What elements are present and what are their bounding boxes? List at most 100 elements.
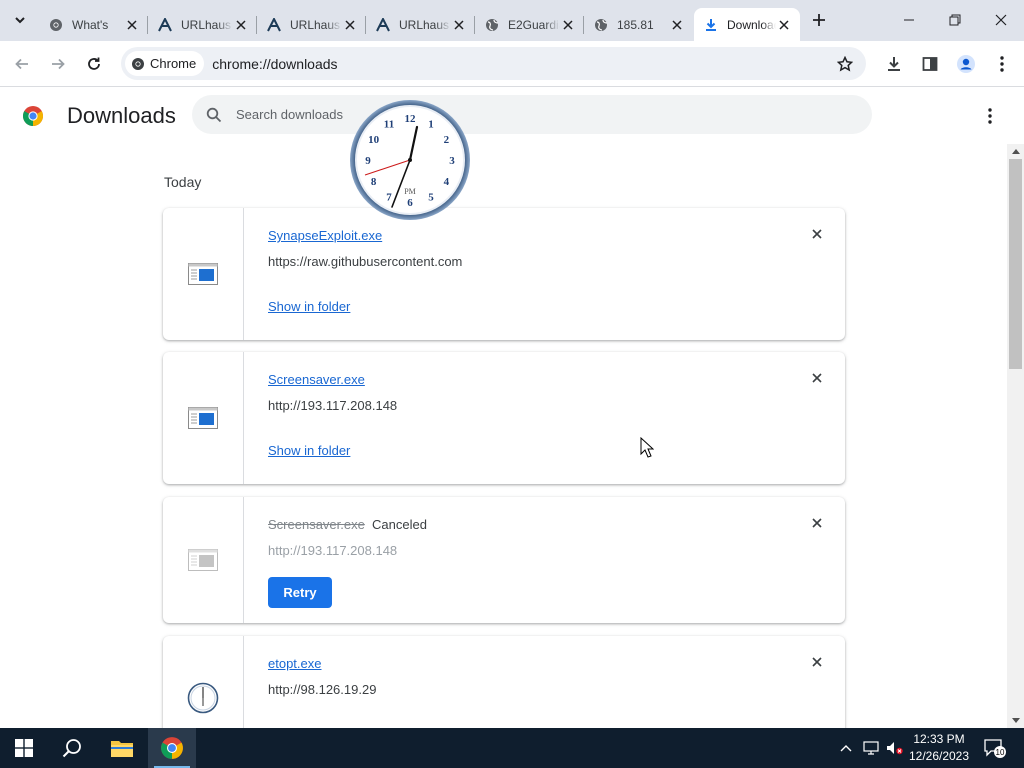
new-tab-button[interactable] [808,9,830,31]
retry-button[interactable]: Retry [268,577,332,608]
scroll-up-arrow[interactable] [1007,144,1024,158]
action-center-button[interactable]: 10 [980,728,1010,768]
show-in-folder-link[interactable]: Show in folder [268,299,350,314]
tab-185-81[interactable]: 185.81 [584,8,693,41]
taskbar-clock[interactable]: 12:33 PM 12/26/2023 [905,731,973,765]
search-icon [206,107,222,123]
globe-icon [484,17,500,33]
urlhaus-icon [157,17,173,33]
back-button[interactable] [8,50,36,78]
search-downloads-box[interactable] [192,95,872,134]
tab-e2guardian[interactable]: E2Guardian [475,8,584,41]
taskbar-time: 12:33 PM [913,732,965,746]
close-icon[interactable] [560,17,576,33]
restore-button[interactable] [932,0,978,40]
file-icon-cell [163,497,244,623]
profile-button[interactable] [952,50,980,78]
download-source-url: https://raw.githubusercontent.com [268,254,463,269]
tray-overflow-button[interactable] [836,728,856,768]
tab-whats-new[interactable]: What's [39,8,148,41]
download-filename: Screensaver.exe [268,517,365,532]
windows-logo-icon [15,739,33,757]
chrome-menu-button[interactable] [988,50,1016,78]
clock-numeral: 4 [444,176,450,188]
clock-numeral: 2 [444,134,450,146]
remove-download-button[interactable] [808,225,826,243]
close-window-button[interactable] [978,0,1024,40]
remove-download-button[interactable] [808,653,826,671]
clock-numeral: 1 [428,119,434,131]
tab-urlhaus-3[interactable]: URLhaus [366,8,475,41]
clock-file-icon [187,682,219,714]
chrome-logo-icon [23,106,43,126]
downloads-button[interactable] [880,50,908,78]
chevron-up-icon [840,745,852,752]
downloads-page: Downloads Today SynapseExploit.exe https… [0,88,1024,728]
taskbar-search-button[interactable] [48,728,96,768]
clock-numeral: 7 [386,191,392,203]
search-input[interactable] [236,107,736,122]
scrollbar-thumb[interactable] [1009,159,1022,369]
taskbar-file-explorer[interactable] [98,728,146,768]
kebab-menu-icon [1000,56,1004,72]
page-title: Downloads [67,103,176,128]
tab-downloads[interactable]: Downloads [694,8,800,41]
tray-network[interactable] [860,728,882,768]
download-item: etopt.exe http://98.126.19.29 [163,636,845,728]
close-icon[interactable] [669,17,685,33]
downloads-menu-button[interactable] [978,104,1002,128]
tab-title: URLhaus [399,17,450,32]
download-filename[interactable]: Screensaver.exe [268,372,365,387]
chevron-down-icon [15,17,25,24]
close-icon[interactable] [124,17,140,33]
tray-volume[interactable] [884,728,906,768]
address-bar[interactable]: Chrome chrome://downloads [121,47,866,80]
minimize-button[interactable] [886,0,932,40]
desktop-clock-widget[interactable]: 12 12 3 45 6 789 10 11 PM [349,99,471,221]
urlhaus-icon [266,17,282,33]
windows-taskbar: 12:33 PM 12/26/2023 10 [0,728,1024,768]
start-button[interactable] [0,728,48,768]
site-info-chip[interactable]: Chrome [125,51,205,76]
page-scrollbar[interactable] [1007,144,1024,728]
file-icon-cell [163,208,244,340]
download-item: Screensaver.exe http://193.117.208.148 S… [163,352,845,484]
downloads-header: Downloads [0,88,1024,144]
download-item: SynapseExploit.exe https://raw.githubuse… [163,208,845,340]
remove-download-button[interactable] [808,369,826,387]
chip-label: Chrome [150,56,197,71]
download-filename[interactable]: etopt.exe [268,656,322,671]
download-item-canceled: Screensaver.exe Canceled http://193.117.… [163,497,845,623]
tab-title: 185.81 [617,17,654,32]
tab-search-button[interactable] [8,8,32,32]
close-icon [812,518,822,528]
close-icon[interactable] [233,17,249,33]
scroll-down-arrow[interactable] [1007,714,1024,728]
remove-download-button[interactable] [808,514,826,532]
download-icon [703,17,719,33]
download-filename[interactable]: SynapseExploit.exe [268,228,382,243]
tab-urlhaus-1[interactable]: URLhaus [148,8,257,41]
date-header: Today [164,174,202,190]
mouse-cursor [640,437,654,458]
side-panel-button[interactable] [916,50,944,78]
clock-numeral: 9 [365,155,371,167]
exe-file-icon [188,263,218,285]
kebab-menu-icon [988,108,992,124]
tab-urlhaus-2[interactable]: URLhaus [257,8,366,41]
clock-numeral: 12 [405,113,417,125]
reload-button[interactable] [80,50,108,78]
forward-button[interactable] [44,50,72,78]
taskbar-chrome[interactable] [148,728,196,768]
close-icon[interactable] [342,17,358,33]
close-icon [812,657,822,667]
tab-strip: What's URLhaus URLhaus URLhaus E2Guardia… [0,0,1024,41]
show-in-folder-link[interactable]: Show in folder [268,443,350,458]
close-icon [812,229,822,239]
clock-numeral: 11 [384,119,394,131]
clock-numeral: 6 [407,197,413,209]
close-icon[interactable] [776,17,792,33]
bookmark-button[interactable] [834,53,856,75]
url-text[interactable]: chrome://downloads [212,56,337,72]
close-icon[interactable] [451,17,467,33]
